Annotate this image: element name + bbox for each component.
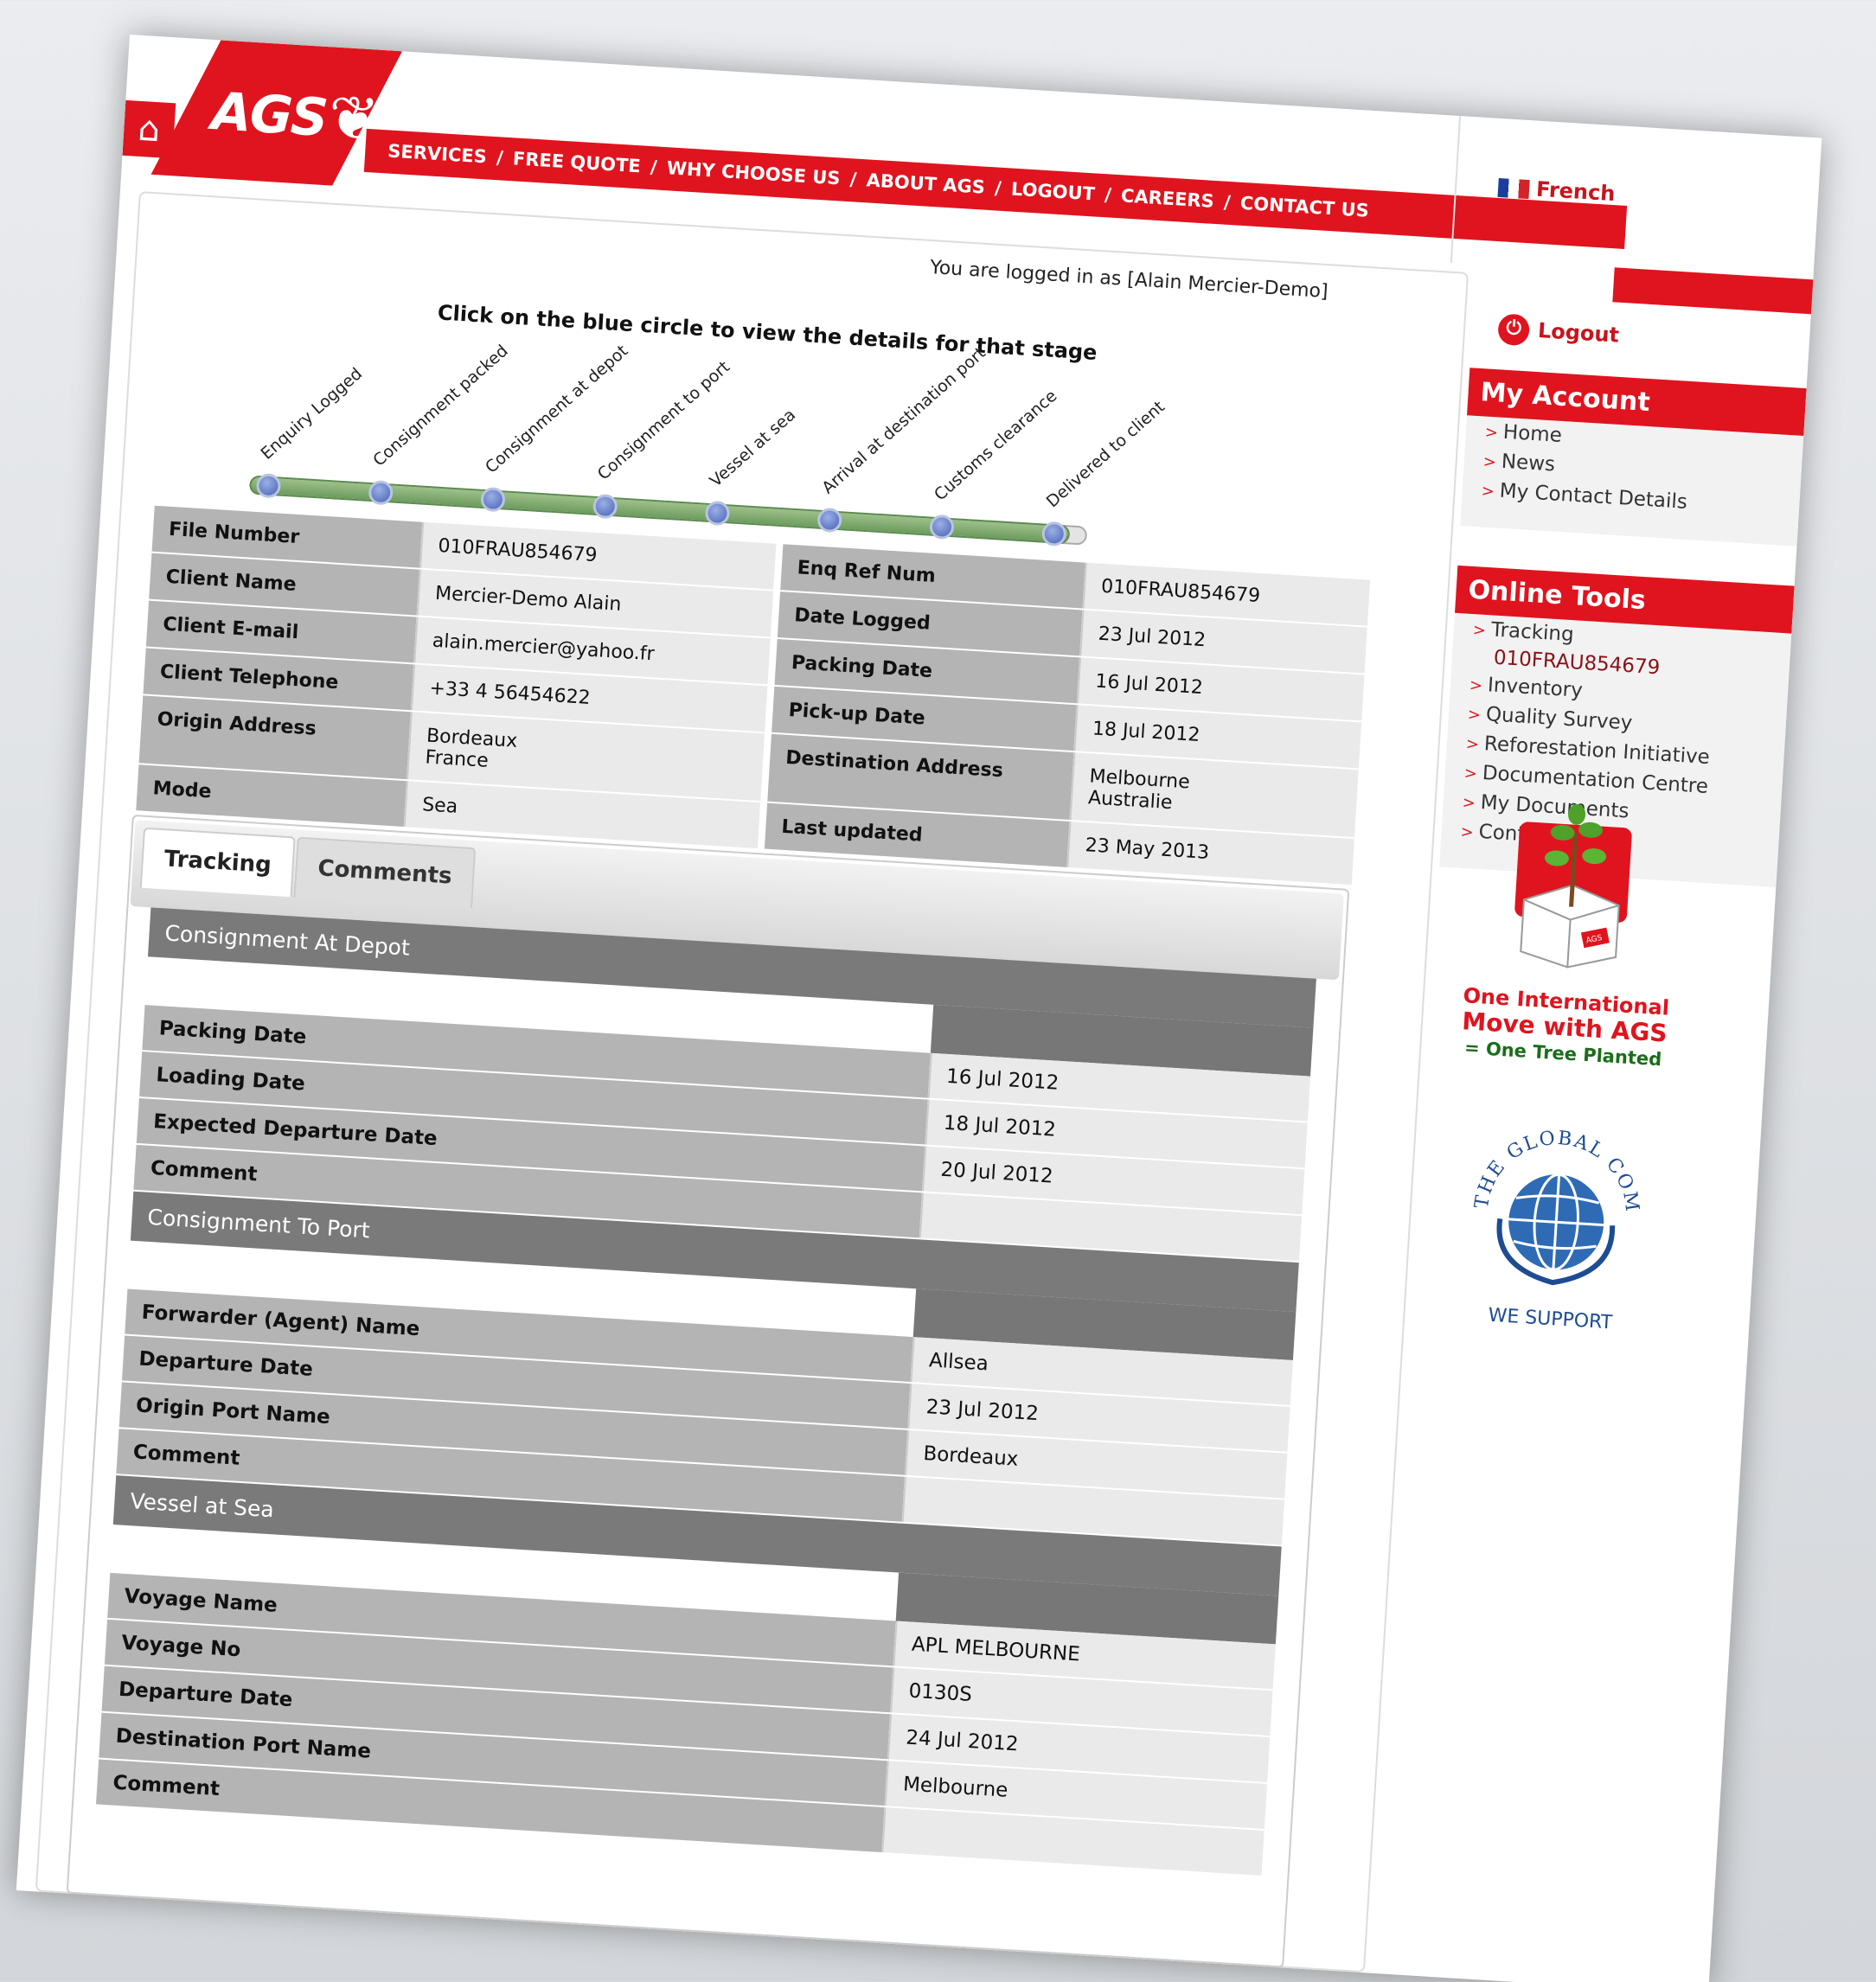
chevron-right-icon: > (1467, 705, 1482, 725)
chevron-right-icon: > (1459, 822, 1475, 842)
tree-box-icon[interactable]: AGS (1494, 795, 1651, 976)
sidebar-item-label: Tracking (1490, 618, 1575, 647)
tracking-details: Consignment At Depot Packing Date 16 Jul 2… (95, 907, 1316, 1877)
chevron-right-icon: > (1462, 793, 1476, 813)
nav-separator: / (842, 168, 864, 191)
chevron-right-icon: > (1484, 423, 1499, 443)
tab-tracking[interactable]: Tracking (139, 827, 296, 898)
logout-button[interactable]: ⏻ Logout (1497, 313, 1620, 351)
home-icon: ⌂ (137, 108, 162, 150)
nav-separator: / (1098, 183, 1118, 207)
logo[interactable]: AGS (210, 81, 329, 149)
global-compact-logo[interactable]: THE GLOBAL COMPACT (1456, 1113, 1657, 1314)
header-stripe (1612, 267, 1822, 316)
french-flag-icon (1497, 177, 1530, 200)
sidebar-item-label: Home (1502, 420, 1563, 447)
sidebar-item-label: Inventory (1487, 674, 1584, 702)
chevron-right-icon: > (1482, 452, 1497, 472)
chevron-right-icon: > (1469, 675, 1483, 695)
tree-promo-text[interactable]: One International Move with AGS = One Tr… (1450, 982, 1679, 1074)
power-icon: ⏻ (1497, 313, 1531, 347)
chevron-right-icon: > (1465, 734, 1480, 754)
language-label: French (1535, 176, 1617, 207)
logout-label: Logout (1537, 318, 1620, 348)
sidebar-item-label: News (1501, 450, 1556, 476)
page: ⌂ AGS ❦ SERVICES / FREE QUOTE / WHY CHOO… (16, 35, 1822, 1982)
info-table-right: Enq Ref Num 010FRAU854679 Date Logged 23 Ju… (764, 544, 1371, 887)
nav-separator: / (489, 146, 510, 169)
nav-separator: / (643, 156, 664, 178)
chevron-right-icon: > (1463, 764, 1478, 783)
nav-separator: / (1216, 191, 1238, 214)
info-table-left: File Number 010FRAU854679 Client Name Merci… (136, 505, 777, 851)
chevron-right-icon: > (1481, 482, 1495, 502)
my-account-box: My Account > Home > News > My Contact Details (1460, 368, 1807, 547)
tab-comments[interactable]: Comments (293, 836, 477, 909)
chevron-right-icon: > (1472, 621, 1487, 640)
nav-separator: / (988, 176, 1008, 200)
